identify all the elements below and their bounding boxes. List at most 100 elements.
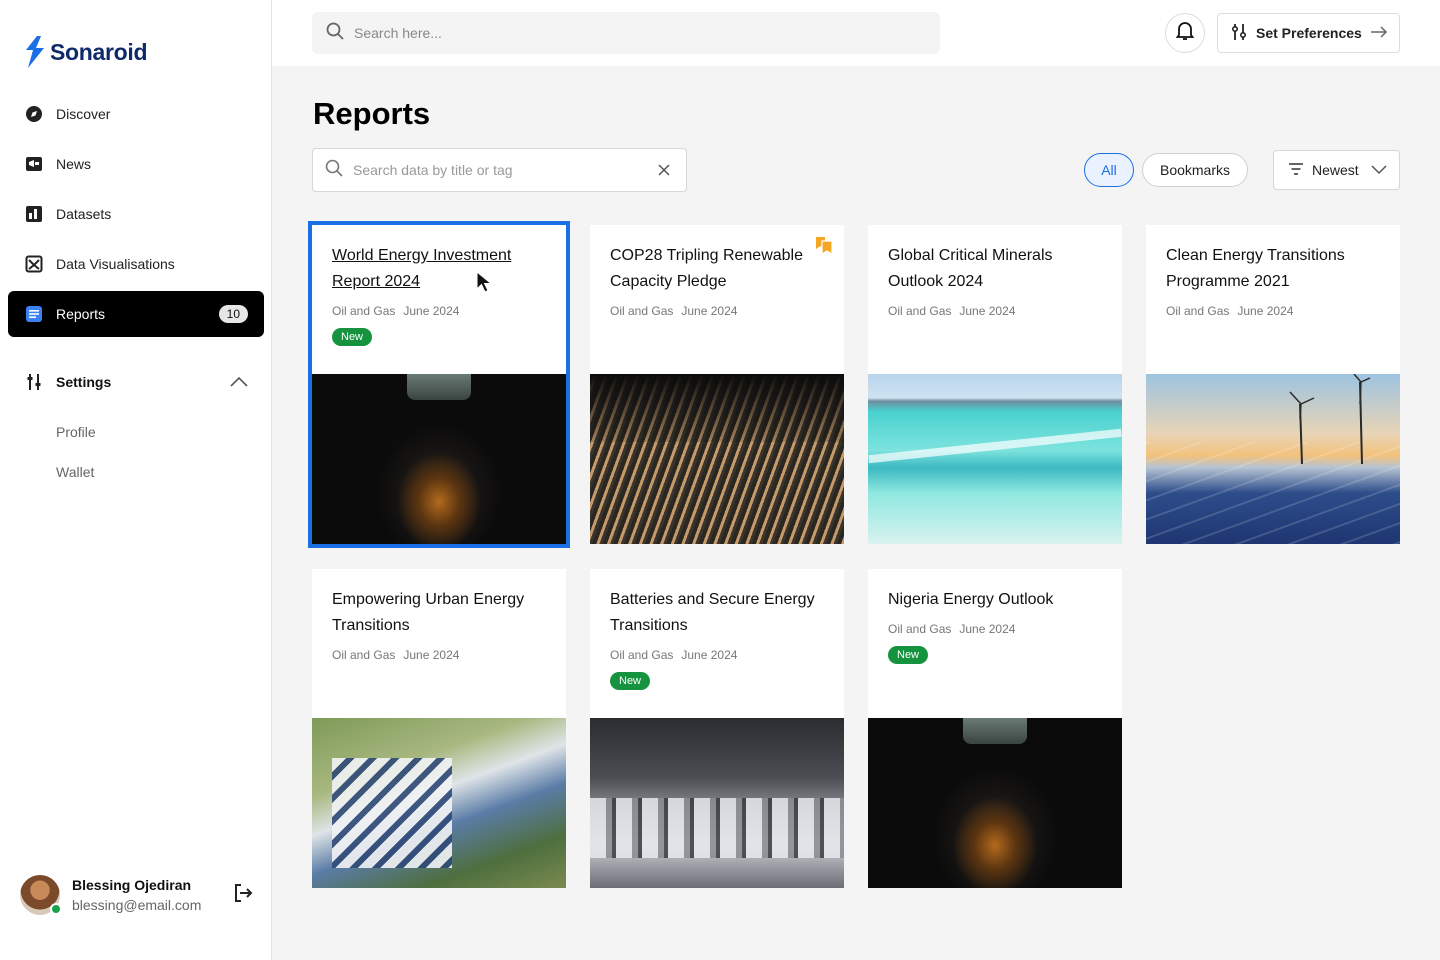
report-date: June 2024 <box>681 304 738 318</box>
report-image <box>868 374 1122 544</box>
new-badge: New <box>610 672 651 690</box>
sidebar-item-data-visualisations[interactable]: Data Visualisations <box>8 241 264 287</box>
megaphone-icon <box>24 154 44 174</box>
sliders-icon <box>24 372 44 392</box>
sidebar-item-label: Reports <box>56 306 106 322</box>
sidebar-item-label: Discover <box>56 106 111 122</box>
user-info: Blessing Ojediran blessing@email.com <box>72 877 201 913</box>
report-image <box>590 374 844 544</box>
new-badge: New <box>888 646 929 664</box>
sidebar-item-profile[interactable]: Profile <box>56 424 96 440</box>
set-preferences-label: Set Preferences <box>1256 25 1362 41</box>
logo-text: Sonaroid <box>50 38 148 65</box>
set-preferences-button[interactable]: Set Preferences <box>1217 13 1400 53</box>
new-badge: New <box>332 328 373 346</box>
report-category: Oil and Gas <box>888 622 952 636</box>
report-meta: Oil and Gas June 2024 <box>332 304 459 318</box>
page-title: Reports <box>313 96 431 131</box>
chevron-up-icon <box>230 374 248 390</box>
filter-bookmarks-button[interactable]: Bookmarks <box>1142 153 1248 187</box>
sliders-icon <box>1230 23 1248 44</box>
report-title[interactable]: Nigeria Energy Outlook <box>888 587 1108 613</box>
report-date: June 2024 <box>1237 304 1294 318</box>
global-search <box>312 12 940 54</box>
sort-label: Newest <box>1312 162 1359 178</box>
sort-dropdown[interactable]: Newest <box>1273 150 1400 190</box>
report-card[interactable]: Global Critical Minerals Outlook 2024 Oi… <box>868 225 1122 544</box>
report-card[interactable]: Batteries and Secure Energy Transitions … <box>590 569 844 888</box>
chevron-down-icon <box>1371 162 1387 178</box>
notifications-button[interactable] <box>1165 13 1205 53</box>
settings-label: Settings <box>56 374 112 390</box>
report-image <box>590 718 844 888</box>
report-category: Oil and Gas <box>332 648 396 662</box>
compass-icon <box>24 104 44 124</box>
bar-chart-icon <box>24 204 44 224</box>
top-bar: Set Preferences <box>272 0 1440 66</box>
sidebar-item-reports[interactable]: Reports 10 <box>8 291 264 337</box>
sidebar-item-news[interactable]: News <box>8 141 264 187</box>
report-card[interactable]: Nigeria Energy Outlook Oil and Gas June 2… <box>868 569 1122 888</box>
document-icon <box>24 304 44 324</box>
report-category: Oil and Gas <box>610 304 674 318</box>
report-category: Oil and Gas <box>332 304 396 318</box>
report-card[interactable]: COP28 Tripling Renewable Capacity Pledge… <box>590 225 844 544</box>
report-meta: Oil and Gas June 2024 <box>888 622 1015 636</box>
report-date: June 2024 <box>681 648 738 662</box>
user-profile: Blessing Ojediran blessing@email.com <box>20 875 260 915</box>
report-meta: Oil and Gas June 2024 <box>332 648 459 662</box>
sidebar-item-label: News <box>56 156 92 172</box>
report-category: Oil and Gas <box>888 304 952 318</box>
report-meta: Oil and Gas June 2024 <box>610 648 737 662</box>
report-card[interactable]: Empowering Urban Energy Transitions Oil … <box>312 569 566 888</box>
user-email: blessing@email.com <box>72 897 202 913</box>
close-icon[interactable] <box>656 162 672 183</box>
reports-count-badge: 10 <box>218 305 248 323</box>
logo[interactable]: Sonaroid <box>24 36 148 68</box>
report-card[interactable]: World Energy Investment Report 2024 Oil … <box>308 221 570 548</box>
bell-icon <box>1175 21 1195 46</box>
report-title[interactable]: COP28 Tripling Renewable Capacity Pledge <box>610 243 830 295</box>
report-category: Oil and Gas <box>610 648 674 662</box>
report-title[interactable]: Clean Energy Transitions Programme 2021 <box>1166 243 1386 295</box>
report-date: June 2024 <box>959 304 1016 318</box>
filter-lines-icon <box>1288 162 1304 179</box>
report-title[interactable]: Global Critical Minerals Outlook 2024 <box>888 243 1108 295</box>
logout-icon[interactable] <box>232 882 254 909</box>
report-meta: Oil and Gas June 2024 <box>888 304 1015 318</box>
global-search-input[interactable] <box>354 25 914 41</box>
data-search-input[interactable] <box>353 162 643 178</box>
report-category: Oil and Gas <box>1166 304 1230 318</box>
report-image <box>312 374 566 544</box>
search-icon <box>326 22 344 45</box>
report-date: June 2024 <box>959 622 1016 636</box>
report-meta: Oil and Gas June 2024 <box>610 304 737 318</box>
sonaroid-logo-icon <box>26 36 44 68</box>
search-icon <box>325 159 343 182</box>
sidebar-item-wallet[interactable]: Wallet <box>56 464 94 480</box>
data-search <box>312 148 687 192</box>
report-image <box>868 718 1122 888</box>
report-image <box>312 718 566 888</box>
report-title[interactable]: Empowering Urban Energy Transitions <box>332 587 552 639</box>
arrow-right-icon <box>1370 25 1388 41</box>
filter-all-button[interactable]: All <box>1084 153 1134 187</box>
sidebar: Sonaroid Discover News Datasets Data Vis… <box>0 0 272 960</box>
report-title[interactable]: World Energy Investment Report 2024 <box>332 243 552 295</box>
report-image <box>1146 374 1400 544</box>
report-meta: Oil and Gas June 2024 <box>1166 304 1293 318</box>
user-name: Blessing Ojediran <box>72 877 192 893</box>
report-title[interactable]: Batteries and Secure Energy Transitions <box>610 587 830 639</box>
report-date: June 2024 <box>403 648 460 662</box>
report-card[interactable]: Clean Energy Transitions Programme 2021 … <box>1146 225 1400 544</box>
settings-toggle[interactable]: Settings <box>8 359 264 405</box>
sidebar-item-label: Datasets <box>56 206 112 222</box>
sidebar-item-label: Data Visualisations <box>56 256 175 272</box>
online-status-dot <box>50 903 62 915</box>
avatar[interactable] <box>20 875 62 915</box>
sidebar-nav: Discover News Datasets Data Visualisatio… <box>8 91 264 341</box>
wind-turbine-graphic <box>1289 374 1371 464</box>
sidebar-item-discover[interactable]: Discover <box>8 91 264 137</box>
mouse-cursor-icon <box>476 271 493 293</box>
sidebar-item-datasets[interactable]: Datasets <box>8 191 264 237</box>
